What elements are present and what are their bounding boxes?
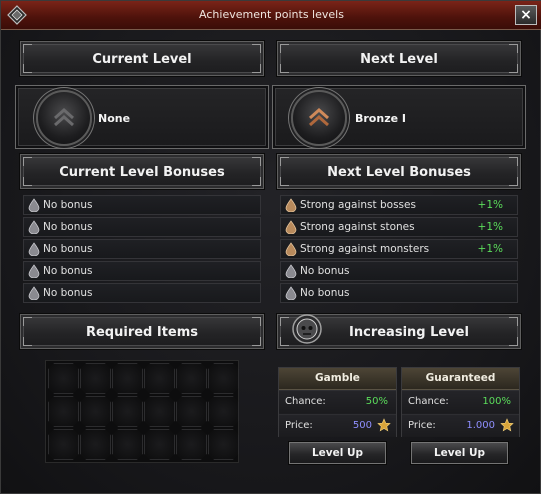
bonus-text: Strong against monsters xyxy=(300,243,430,255)
item-slot[interactable] xyxy=(80,363,111,394)
droplet-icon xyxy=(28,242,40,256)
next-bonuses-header: Next Level Bonuses xyxy=(276,153,522,190)
current-bonuses-header: Current Level Bonuses xyxy=(19,153,265,190)
price-value: 1.000 xyxy=(466,420,495,431)
item-slot[interactable] xyxy=(80,429,111,460)
item-slot[interactable] xyxy=(208,363,239,394)
item-slot[interactable] xyxy=(176,429,207,460)
bonus-text: Strong against stones xyxy=(300,221,415,233)
item-slot[interactable] xyxy=(112,396,143,427)
current-level-title: Current Level xyxy=(92,52,192,67)
achievement-window: Achievement points levels × Current Leve… xyxy=(0,0,541,494)
current-level-frame: None xyxy=(15,85,269,149)
current-level-medallion xyxy=(36,90,92,146)
droplet-icon xyxy=(28,220,40,234)
current-bonus-row: No bonus xyxy=(23,217,261,237)
chevron-up-icon xyxy=(54,107,74,127)
item-slot[interactable] xyxy=(176,363,207,394)
item-slot[interactable] xyxy=(48,396,79,427)
bonus-value: +1% xyxy=(477,199,503,211)
required-items-title: Required Items xyxy=(85,325,199,340)
star-icon xyxy=(500,418,514,432)
chance-label: Chance: xyxy=(285,396,326,407)
next-bonus-row: No bonus xyxy=(280,283,518,303)
guaranteed-chance-row: Chance: 100% xyxy=(402,390,519,413)
current-bonus-row: No bonus xyxy=(23,261,261,281)
item-slot[interactable] xyxy=(112,363,143,394)
chance-value: 100% xyxy=(482,396,511,407)
guaranteed-level-up-button[interactable]: Level Up xyxy=(410,441,509,465)
next-level-header: Next Level xyxy=(276,40,522,77)
gamble-chance-row: Chance: 50% xyxy=(279,390,396,413)
droplet-icon xyxy=(28,264,40,278)
required-items-grid xyxy=(45,360,239,463)
guaranteed-panel: Guaranteed Chance: 100% Price: 1.000 xyxy=(401,367,520,437)
next-level-title: Next Level xyxy=(360,52,438,67)
next-bonus-row: Strong against bosses +1% xyxy=(280,195,518,215)
gamble-price-row: Price: 500 xyxy=(279,414,396,437)
next-level-frame: Bronze I xyxy=(272,85,526,149)
droplet-icon xyxy=(285,242,297,256)
bonus-text: No bonus xyxy=(43,287,93,299)
droplet-icon xyxy=(285,220,297,234)
bonus-text: No bonus xyxy=(300,265,350,277)
droplet-icon xyxy=(28,198,40,212)
current-bonus-row: No bonus xyxy=(23,283,261,303)
droplet-icon xyxy=(28,286,40,300)
bonus-text: Strong against bosses xyxy=(300,199,416,211)
droplet-icon xyxy=(285,198,297,212)
gamble-title: Gamble xyxy=(279,368,396,390)
next-bonus-row: No bonus xyxy=(280,261,518,281)
current-level-name: None xyxy=(98,112,131,125)
next-bonus-row: Strong against monsters +1% xyxy=(280,239,518,259)
item-slot[interactable] xyxy=(144,429,175,460)
chevron-up-bronze-icon xyxy=(309,107,329,127)
gamble-panel: Gamble Chance: 50% Price: 500 xyxy=(278,367,397,437)
price-label: Price: xyxy=(285,420,313,431)
current-bonus-row: No bonus xyxy=(23,239,261,259)
current-bonus-row: No bonus xyxy=(23,195,261,215)
chance-label: Chance: xyxy=(408,396,449,407)
current-level-header: Current Level xyxy=(19,40,265,77)
item-slot[interactable] xyxy=(80,396,111,427)
item-slot[interactable] xyxy=(176,396,207,427)
bonus-text: No bonus xyxy=(43,265,93,277)
guaranteed-title: Guaranteed xyxy=(402,368,519,390)
guaranteed-price-row: Price: 1.000 xyxy=(402,414,519,437)
next-bonuses-title: Next Level Bonuses xyxy=(327,165,471,180)
star-icon xyxy=(377,418,391,432)
next-level-medallion xyxy=(291,90,347,146)
next-bonus-row: Strong against stones +1% xyxy=(280,217,518,237)
chance-value: 50% xyxy=(365,396,388,407)
price-value: 500 xyxy=(352,420,372,431)
item-slot[interactable] xyxy=(208,396,239,427)
bonus-value: +1% xyxy=(477,243,503,255)
gamble-level-up-button[interactable]: Level Up xyxy=(288,441,387,465)
window-title: Achievement points levels xyxy=(199,8,344,21)
item-slot[interactable] xyxy=(144,396,175,427)
bonus-value: +1% xyxy=(477,221,503,233)
next-level-name: Bronze I xyxy=(355,112,406,125)
close-button[interactable]: × xyxy=(515,5,537,25)
item-slot[interactable] xyxy=(48,363,79,394)
bonus-text: No bonus xyxy=(300,287,350,299)
required-items-header: Required Items xyxy=(19,313,265,350)
item-slot[interactable] xyxy=(144,363,175,394)
skull-emblem-icon xyxy=(292,314,322,344)
bonus-text: No bonus xyxy=(43,199,93,211)
item-slot[interactable] xyxy=(112,429,143,460)
droplet-icon xyxy=(285,264,297,278)
title-bar[interactable]: Achievement points levels × xyxy=(1,1,541,30)
price-label: Price: xyxy=(408,420,436,431)
droplet-icon xyxy=(285,286,297,300)
bonus-text: No bonus xyxy=(43,243,93,255)
item-slot[interactable] xyxy=(208,429,239,460)
bonus-text: No bonus xyxy=(43,221,93,233)
item-slot[interactable] xyxy=(48,429,79,460)
current-bonuses-title: Current Level Bonuses xyxy=(59,165,225,180)
